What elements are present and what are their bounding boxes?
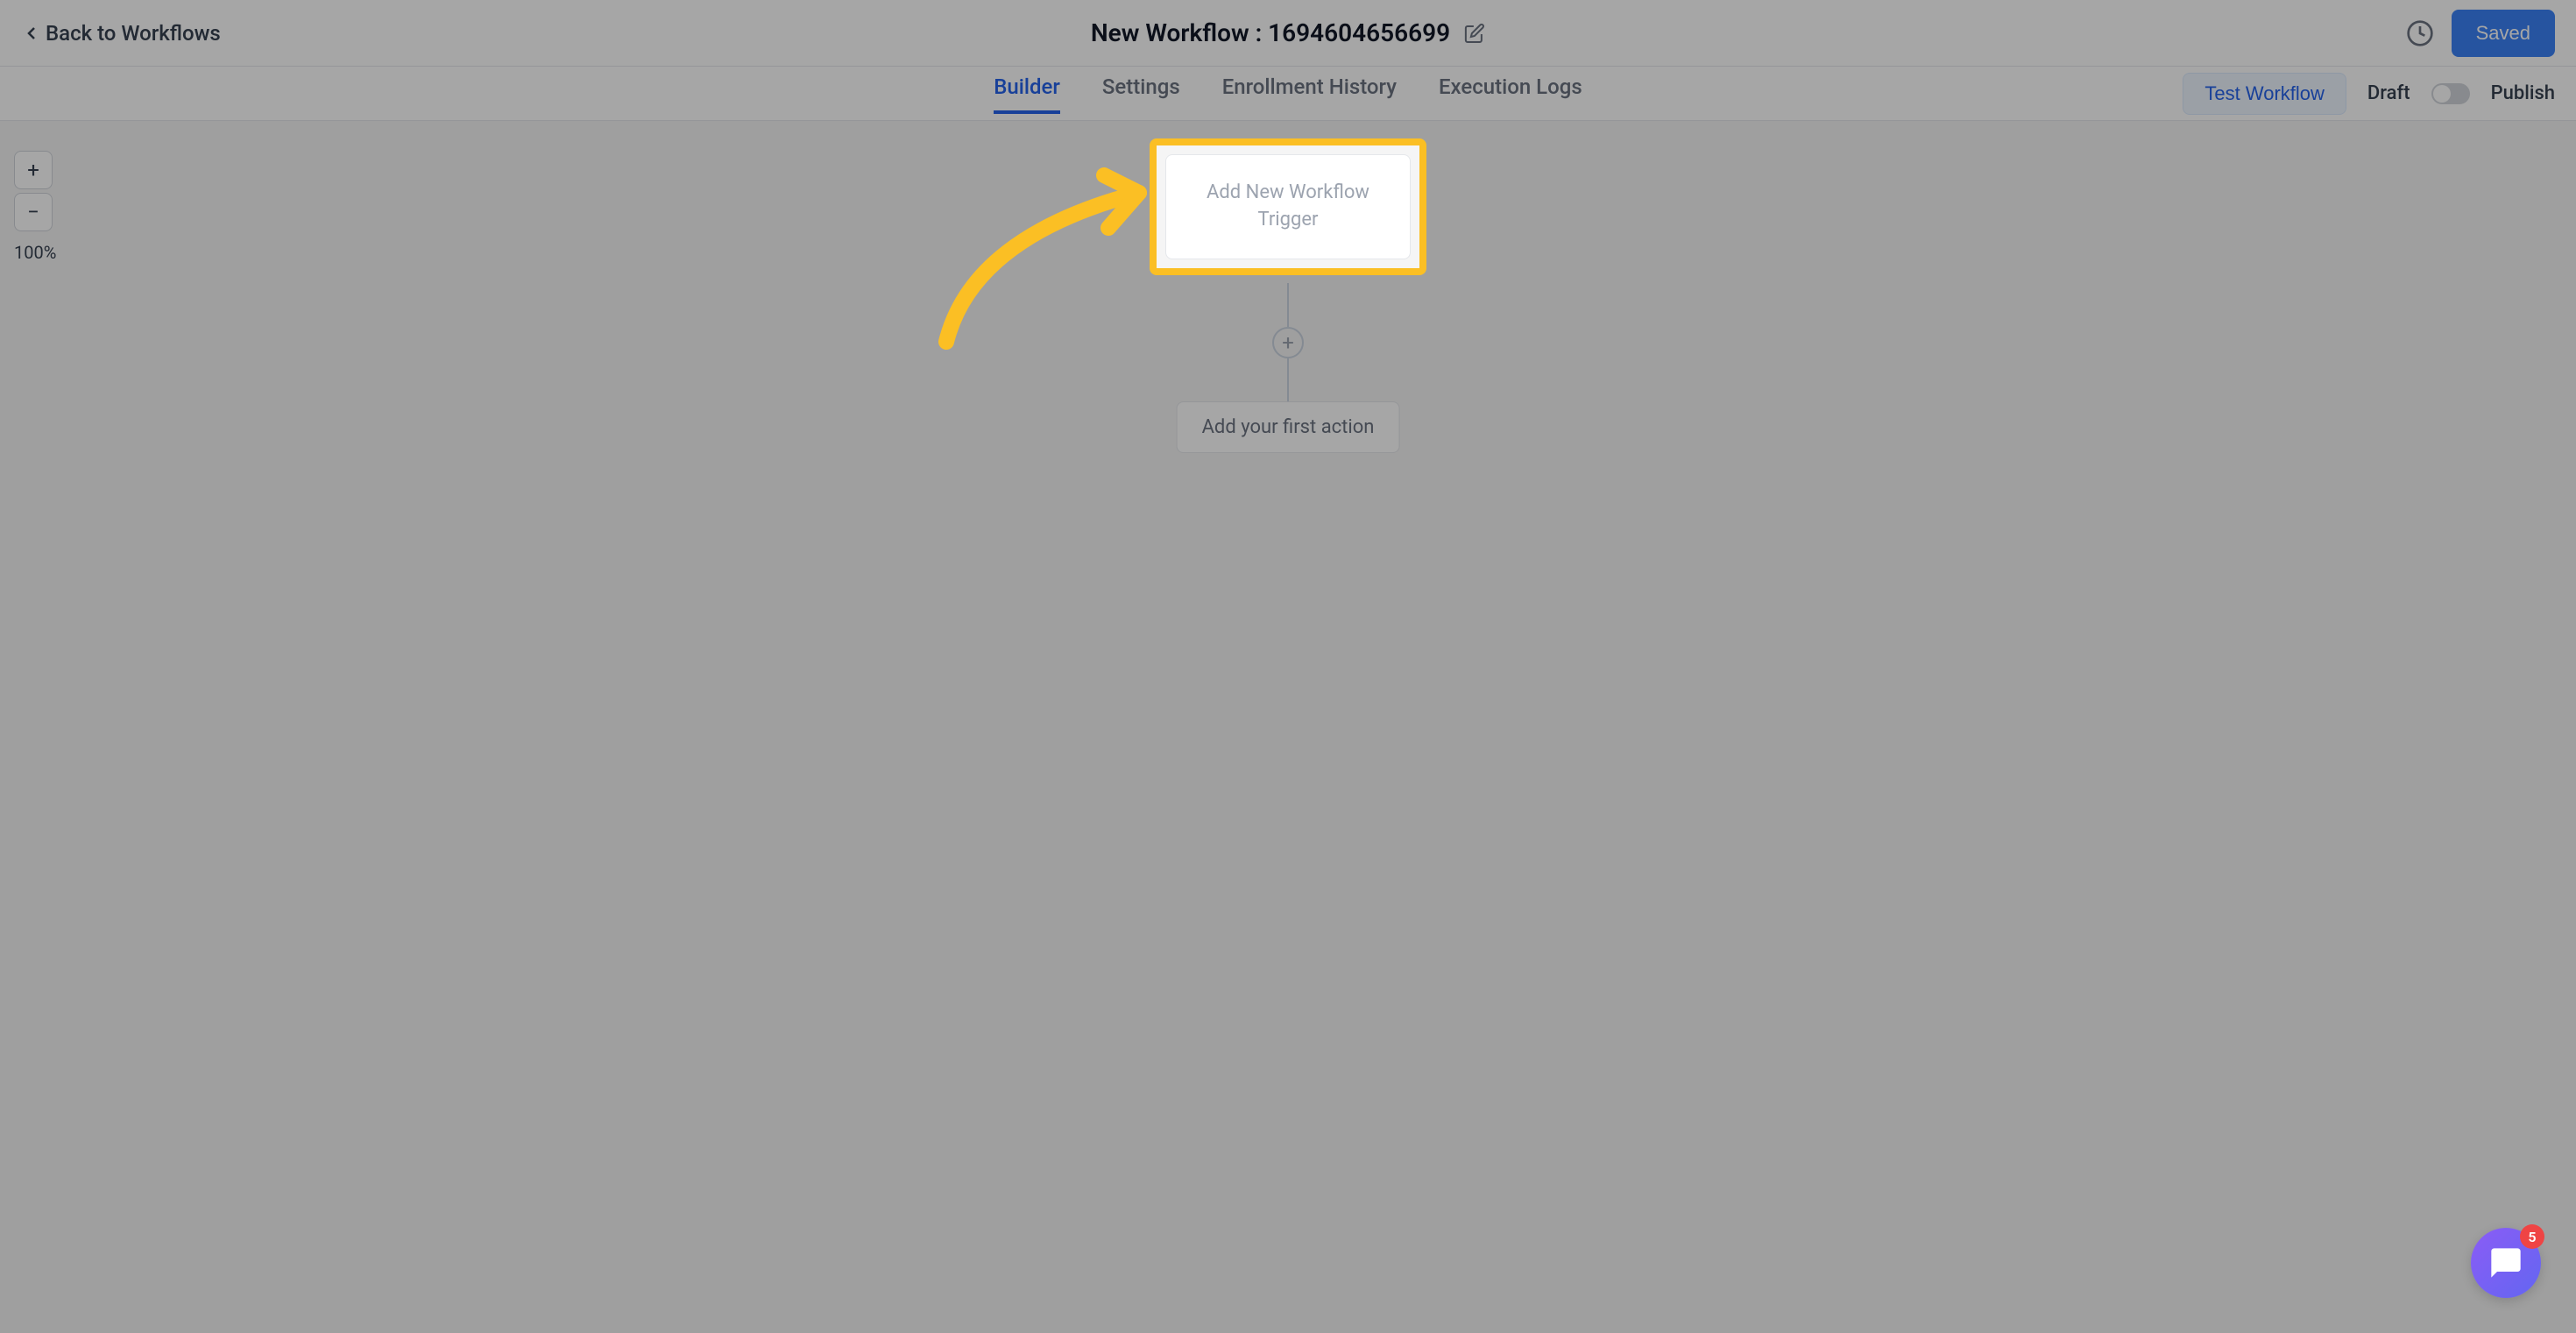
add-step-button[interactable]: + — [1272, 327, 1304, 358]
tabs-bar: Builder Settings Enrollment History Exec… — [0, 67, 2576, 121]
tab-settings[interactable]: Settings — [1102, 74, 1180, 113]
publish-toggle[interactable] — [2431, 83, 2470, 104]
connector-line-2 — [1287, 358, 1289, 402]
chevron-left-icon — [21, 23, 42, 44]
header-center: New Workflow : 1694604656699 — [1091, 18, 1485, 47]
canvas-area[interactable]: + − 100% + Add your first action — [0, 121, 2576, 1333]
zoom-out-button[interactable]: − — [14, 193, 53, 231]
draft-label: Draft — [2367, 82, 2410, 104]
tab-builder[interactable]: Builder — [994, 74, 1060, 113]
workflow-title: New Workflow : 1694604656699 — [1091, 18, 1450, 47]
tab-execution-logs[interactable]: Execution Logs — [1439, 74, 1582, 113]
back-to-workflows-link[interactable]: Back to Workflows — [21, 21, 221, 46]
tab-enrollment-history[interactable]: Enrollment History — [1222, 74, 1397, 113]
tabs-right: Test Workflow Draft Publish — [2183, 73, 2555, 115]
add-first-action-button[interactable]: Add your first action — [1177, 401, 1400, 453]
connector-line — [1287, 283, 1289, 327]
zoom-level-label: 100% — [14, 242, 56, 263]
zoom-controls: + − 100% — [14, 151, 56, 263]
test-workflow-button[interactable]: Test Workflow — [2183, 73, 2346, 115]
chat-widget-button[interactable]: 5 — [2471, 1228, 2541, 1298]
saved-button[interactable]: Saved — [2452, 10, 2555, 57]
tabs-center: Builder Settings Enrollment History Exec… — [994, 74, 1582, 113]
back-label: Back to Workflows — [46, 21, 221, 46]
chat-badge: 5 — [2520, 1224, 2544, 1249]
clock-icon[interactable] — [2406, 19, 2434, 47]
header-right: Saved — [2406, 10, 2555, 57]
add-trigger-button[interactable]: Add New Workflow Trigger — [1165, 154, 1411, 259]
header-bar: Back to Workflows New Workflow : 1694604… — [0, 0, 2576, 67]
zoom-in-button[interactable]: + — [14, 151, 53, 189]
publish-label: Publish — [2491, 82, 2555, 104]
trigger-highlight: Add New Workflow Trigger — [1150, 138, 1426, 275]
pencil-icon[interactable] — [1464, 23, 1485, 44]
chat-icon — [2488, 1245, 2523, 1280]
